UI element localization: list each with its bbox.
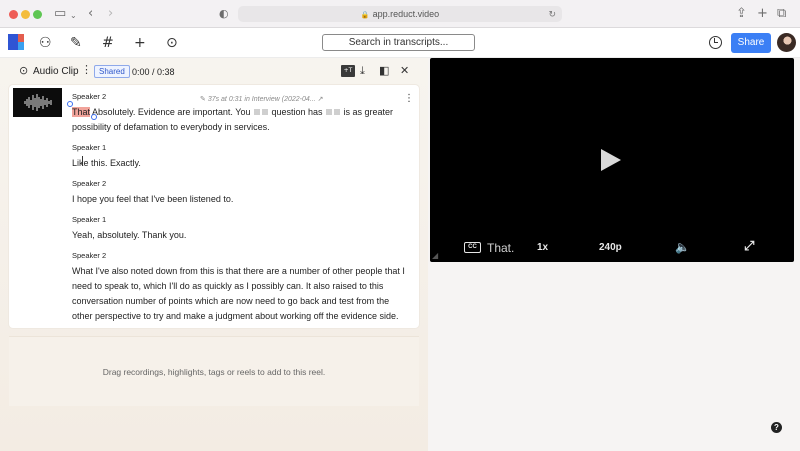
share-button[interactable]: Share — [731, 33, 771, 53]
speaker-label: Speaker 2 — [72, 179, 107, 188]
resize-handle-icon[interactable]: ◢ — [432, 251, 438, 260]
video-caption: That. — [487, 241, 515, 255]
search-transcripts-button[interactable]: Search in transcripts... — [322, 34, 475, 51]
player-panel: CC That. 1x 240p 🔈 ⤢ ◢ — [428, 58, 800, 451]
history-icon[interactable] — [709, 36, 722, 49]
clip-header: ⊙ Audio Clip ⋮ Shared 0:00 / 0:38 +T ⤓ ◧… — [9, 60, 419, 82]
redacted-word[interactable] — [261, 109, 268, 115]
close-icon[interactable]: ✕ — [400, 64, 409, 78]
avatar[interactable] — [777, 33, 796, 52]
transcript-segment[interactable]: Speaker 2 That Absolutely. Evidence are … — [72, 92, 412, 135]
waveform-thumbnail[interactable] — [13, 88, 62, 117]
transcript-text[interactable]: Yeah, absolutely. Thank you. — [72, 228, 412, 243]
clip-card: ✎ 37s at 0:31 in Interview (2022-04... ↗… — [9, 85, 419, 328]
transcript-text[interactable]: Like this. Exactly. — [72, 156, 412, 171]
redacted-word[interactable] — [326, 109, 332, 115]
play-icon[interactable] — [601, 149, 621, 171]
transcript-words[interactable]: Absolutely. Evidence are important. You — [90, 107, 253, 117]
chevron-left-icon[interactable]: ‹ — [88, 6, 93, 22]
selection-start-handle[interactable] — [67, 101, 73, 107]
help-button[interactable]: ? — [771, 422, 782, 433]
transcript-words[interactable]: question has — [269, 107, 325, 117]
transcript-segment[interactable]: Speaker 2 I hope you feel that I've been… — [72, 179, 412, 207]
toggle-panel-icon[interactable]: ◧ — [379, 64, 389, 78]
reel-dropzone[interactable]: Drag recordings, highlights, tags or ree… — [9, 336, 419, 406]
chevron-down-icon[interactable]: ⌄ — [70, 8, 77, 24]
more-options-icon[interactable]: ⋮ — [81, 63, 92, 76]
projects-icon[interactable]: ⚇ — [39, 35, 52, 51]
transcript-text[interactable]: That Absolutely. Evidence are important.… — [72, 105, 412, 135]
clip-time: 0:00 / 0:38 — [132, 67, 175, 77]
playback-speed-button[interactable]: 1x — [537, 242, 548, 253]
tabs-icon[interactable]: ⧉ — [777, 6, 786, 22]
transcript-segment[interactable]: Speaker 1 Like this. Exactly. — [72, 143, 412, 171]
share-icon[interactable]: ⇪ — [736, 6, 747, 22]
captions-button[interactable]: CC — [464, 242, 481, 253]
fullscreen-icon[interactable]: ⤢ — [744, 239, 754, 254]
maximize-window-button[interactable] — [33, 10, 42, 19]
selection-end-handle[interactable] — [91, 114, 97, 120]
download-icon[interactable]: ⤓ — [360, 64, 365, 78]
url-text: app.reduct.video — [372, 9, 440, 19]
transcript-segment[interactable]: Speaker 1 Yeah, absolutely. Thank you. — [72, 215, 412, 243]
address-bar[interactable]: 🔒 app.reduct.video ↻ — [238, 6, 562, 22]
chevron-right-icon[interactable]: › — [108, 6, 113, 22]
reduct-logo[interactable] — [8, 34, 24, 50]
app-toolbar: ⚇ ✎ # + ⊙ Search in transcripts... Share — [0, 28, 800, 58]
speaker-label: Speaker 2 — [72, 92, 107, 101]
minimize-window-button[interactable] — [21, 10, 30, 19]
search-reel-icon[interactable]: ⊙ — [166, 35, 178, 51]
plus-icon[interactable]: + — [757, 6, 768, 22]
transcript-text[interactable]: What I've also noted down from this is t… — [72, 264, 412, 324]
highlight-icon[interactable]: ✎ — [70, 35, 82, 51]
redacted-word[interactable] — [334, 109, 340, 115]
reel-panel: ⊙ Audio Clip ⋮ Shared 0:00 / 0:38 +T ⤓ ◧… — [0, 58, 428, 451]
tags-icon[interactable]: # — [102, 35, 114, 51]
close-window-button[interactable] — [9, 10, 18, 19]
lock-icon: 🔒 — [360, 12, 370, 19]
add-icon[interactable]: + — [134, 35, 146, 51]
reload-icon[interactable]: ↻ — [548, 6, 556, 22]
redacted-word[interactable] — [253, 109, 260, 115]
highlighted-word[interactable]: That — [72, 107, 91, 117]
browser-titlebar: ▭ ⌄ ‹ › ◐ 🔒 app.reduct.video ↻ ⇪ + ⧉ — [0, 0, 800, 28]
speaker-label: Speaker 1 — [72, 143, 107, 152]
transcript-segment[interactable]: Speaker 2 What I've also noted down from… — [72, 251, 412, 324]
search-icon[interactable]: ⊙ — [19, 64, 28, 77]
speaker-label: Speaker 1 — [72, 215, 107, 224]
volume-icon[interactable]: 🔈 — [675, 240, 690, 254]
text-cursor — [82, 156, 83, 166]
video-player[interactable]: CC That. 1x 240p 🔈 ⤢ ◢ — [430, 58, 794, 262]
clip-title[interactable]: Audio Clip — [33, 66, 79, 77]
transcript-icon[interactable]: +T — [341, 65, 355, 77]
sidebar-icon[interactable]: ▭ — [54, 6, 66, 22]
speaker-label: Speaker 2 — [72, 251, 107, 260]
quality-button[interactable]: 240p — [599, 242, 622, 253]
shield-icon[interactable]: ◐ — [219, 6, 229, 22]
shared-badge[interactable]: Shared — [94, 65, 130, 78]
transcript-text[interactable]: I hope you feel that I've been listened … — [72, 192, 412, 207]
